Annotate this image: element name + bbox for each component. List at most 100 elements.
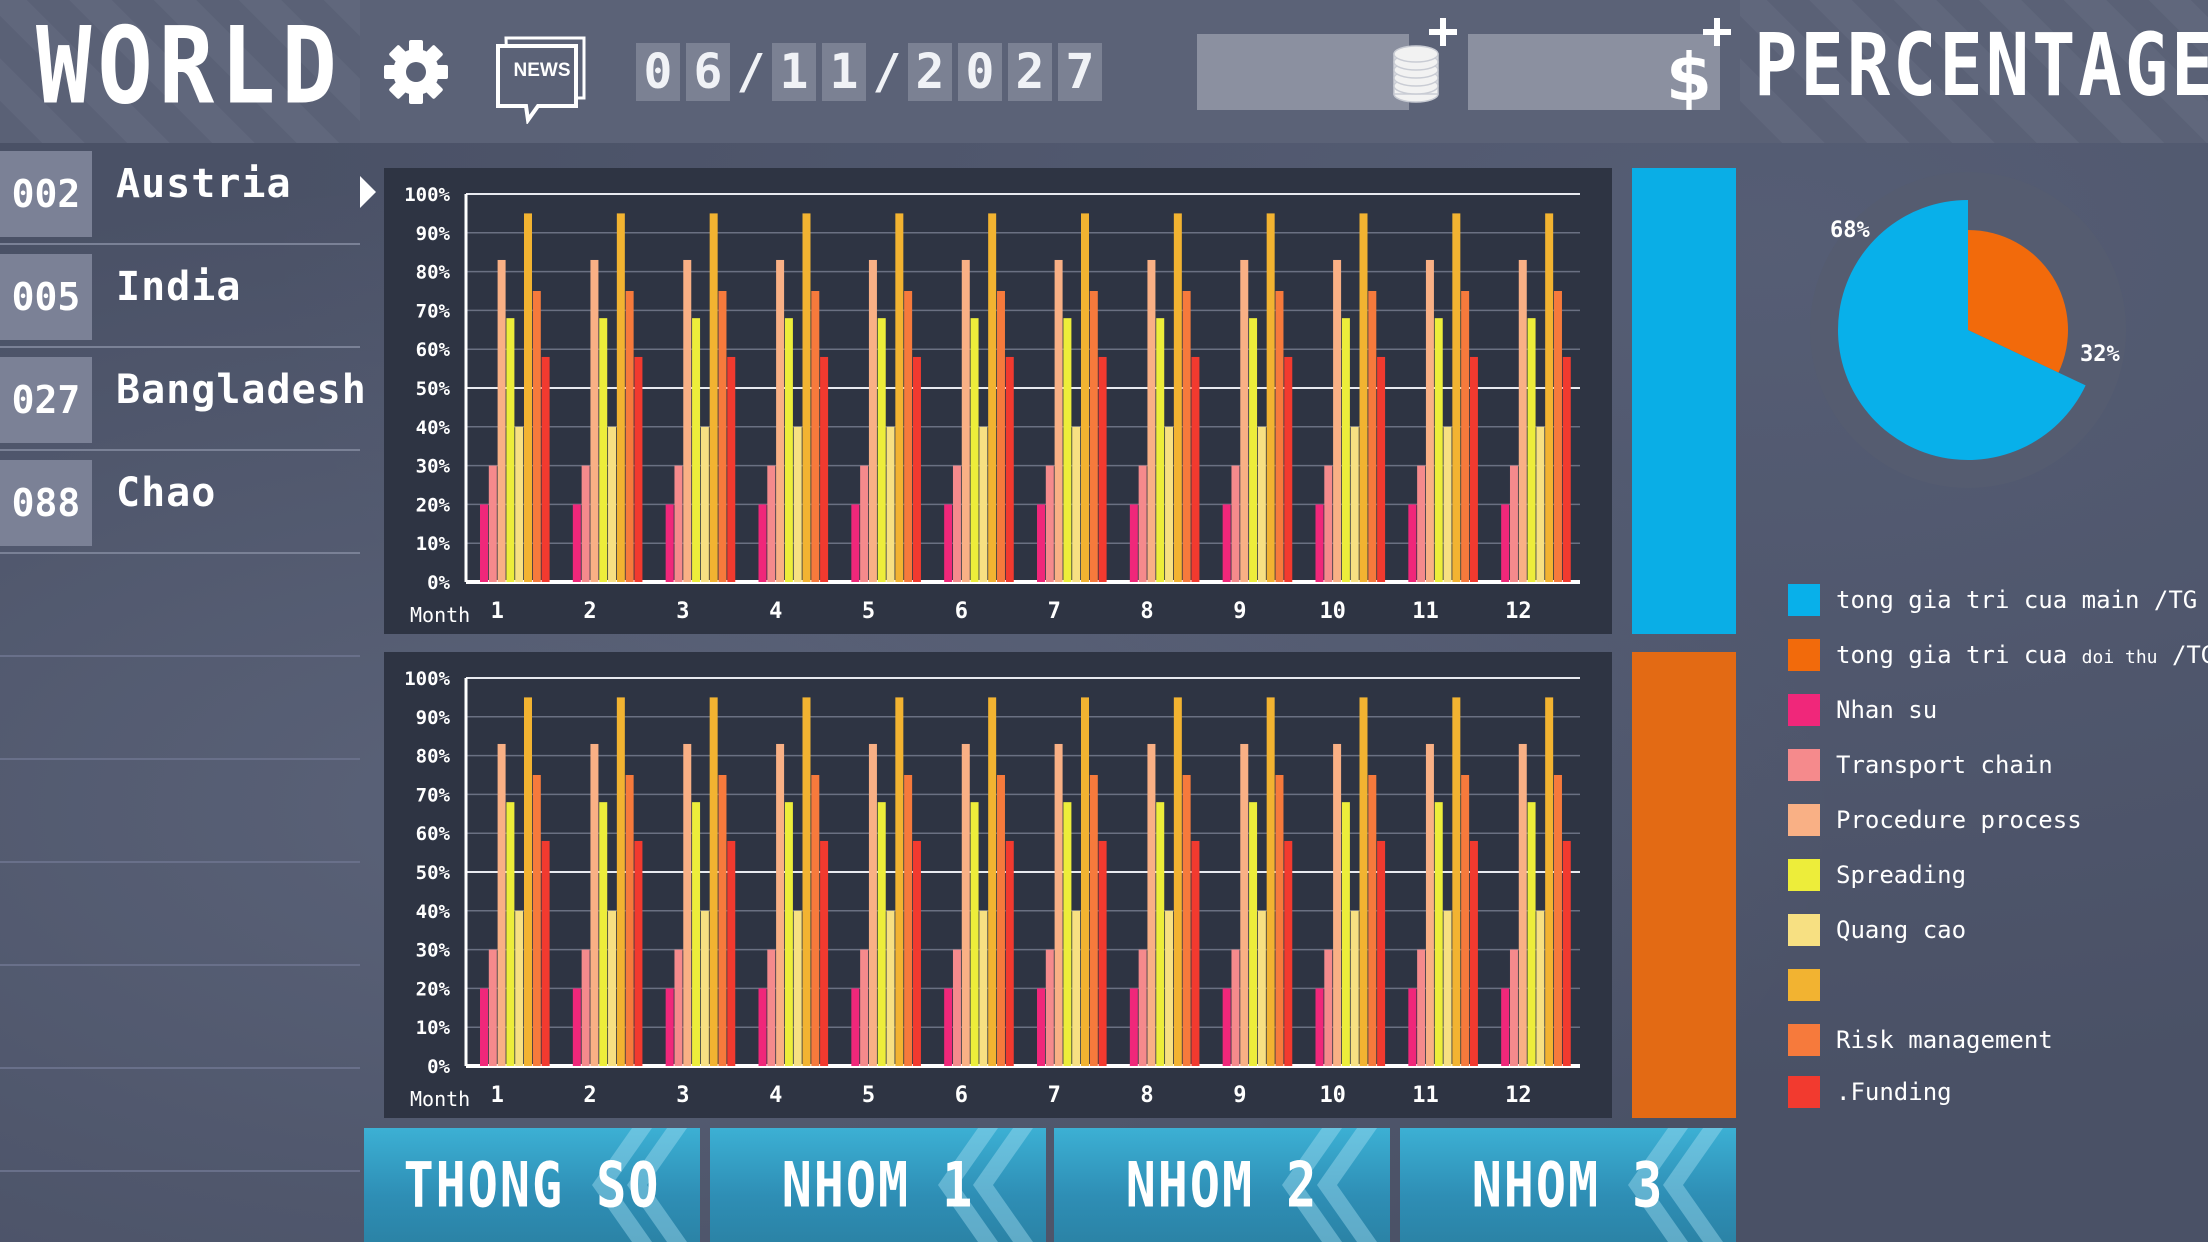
bar (524, 697, 532, 1066)
tab-label: NHOM 2 (1125, 1148, 1319, 1222)
selected-indicator (360, 176, 376, 208)
legend-label: tong gia tri cua doi thu /TG (1836, 641, 2208, 669)
bar (1452, 213, 1461, 582)
bar (1191, 356, 1200, 582)
bar (532, 291, 541, 582)
bar (1037, 504, 1045, 582)
y-tick-label: 70% (416, 300, 451, 322)
y-tick-label: 60% (416, 339, 451, 361)
bar (776, 259, 785, 582)
empty-row (0, 864, 360, 966)
bar (1443, 910, 1452, 1066)
bar (886, 910, 895, 1066)
bar (1417, 949, 1426, 1066)
x-tick-label: 8 (1140, 1083, 1153, 1108)
legend-label: tong gia tri cua main /TG (1836, 586, 2198, 614)
bar (1341, 318, 1350, 582)
bar (1469, 840, 1478, 1066)
legend-item: Risk management (1788, 1024, 2053, 1056)
bar (1045, 465, 1054, 582)
bar (1509, 949, 1518, 1066)
x-axis-label: Month (410, 603, 470, 627)
plus-icon (1429, 18, 1457, 46)
y-tick-label: 10% (416, 533, 451, 555)
bar (488, 465, 497, 582)
bar (912, 356, 921, 582)
bar (1081, 213, 1089, 582)
settings-button[interactable] (380, 36, 452, 108)
bar (1098, 356, 1107, 582)
bar (944, 504, 953, 582)
bar (1147, 259, 1156, 582)
dollar-icon: $ (1666, 18, 1731, 116)
date-digit: 6 (686, 43, 730, 101)
add-coins-button[interactable] (1388, 12, 1460, 108)
bar (1536, 426, 1545, 582)
country-list: 002 Austria 005 India 027 Bangladesh 088… (0, 143, 366, 1242)
tab-nhom-2[interactable]: NHOM 2 (1054, 1128, 1390, 1242)
bar (1509, 465, 1518, 582)
percentage-title: PERCENTAGE (1754, 14, 2208, 116)
y-tick-label: 20% (416, 494, 451, 516)
x-tick-label: 4 (769, 599, 782, 624)
pie-label-rival: 32% (2080, 342, 2120, 367)
bar (665, 504, 674, 582)
bar (1469, 356, 1478, 582)
bar (674, 465, 683, 582)
x-tick-label: 9 (1233, 1083, 1246, 1108)
bar (1350, 426, 1359, 582)
y-tick-label: 50% (416, 862, 451, 884)
bar (541, 356, 550, 582)
bar (1545, 697, 1554, 1066)
bar (1182, 775, 1191, 1066)
bar (1249, 318, 1258, 582)
bar (590, 743, 599, 1066)
bar (1063, 802, 1072, 1066)
empty-row (0, 555, 360, 657)
bar (1098, 840, 1107, 1066)
bar (1553, 775, 1562, 1066)
bar (970, 802, 979, 1066)
bar (1425, 743, 1434, 1066)
bar (506, 318, 515, 582)
bar (1434, 318, 1443, 582)
pie-label-main: 68% (1830, 218, 1870, 243)
country-name: Bangladesh (116, 367, 367, 413)
bar (572, 504, 581, 582)
bar (1191, 840, 1200, 1066)
bar (851, 988, 860, 1066)
y-tick-label: 10% (416, 1017, 451, 1039)
bar (1089, 291, 1098, 582)
bar (1037, 988, 1045, 1066)
tab-label: NHOM 3 (1471, 1148, 1665, 1222)
bar (1368, 291, 1377, 582)
country-item-austria[interactable]: 002 Austria (0, 143, 360, 245)
legend-swatch (1788, 1024, 1820, 1056)
y-tick-label: 30% (416, 940, 451, 962)
empty-row (0, 967, 360, 1069)
bar (1333, 259, 1342, 582)
tab-nhom-1[interactable]: NHOM 1 (710, 1128, 1046, 1242)
bar (1545, 213, 1554, 582)
bar (895, 697, 904, 1066)
bar (793, 426, 802, 582)
bar (634, 840, 643, 1066)
bar (480, 988, 488, 1066)
tab-thong-so[interactable]: THONG SO (364, 1128, 700, 1242)
bar (1536, 910, 1545, 1066)
bar (886, 426, 895, 582)
bar (1527, 802, 1536, 1066)
y-tick-label: 100% (404, 668, 450, 690)
news-button[interactable]: NEWS (494, 32, 590, 126)
country-item-chao[interactable]: 088 Chao (0, 452, 360, 554)
svg-text:$: $ (1666, 39, 1712, 110)
y-tick-label: 40% (416, 417, 451, 439)
add-money-button[interactable]: $ (1662, 14, 1734, 116)
country-item-india[interactable]: 005 India (0, 246, 360, 348)
date-digit: 2 (908, 43, 952, 101)
bar (1461, 291, 1470, 582)
legend-swatch (1788, 749, 1820, 781)
legend-item: .Funding (1788, 1076, 1952, 1108)
country-item-bangladesh[interactable]: 027 Bangladesh (0, 349, 366, 451)
tab-nhom-3[interactable]: NHOM 3 (1400, 1128, 1736, 1242)
